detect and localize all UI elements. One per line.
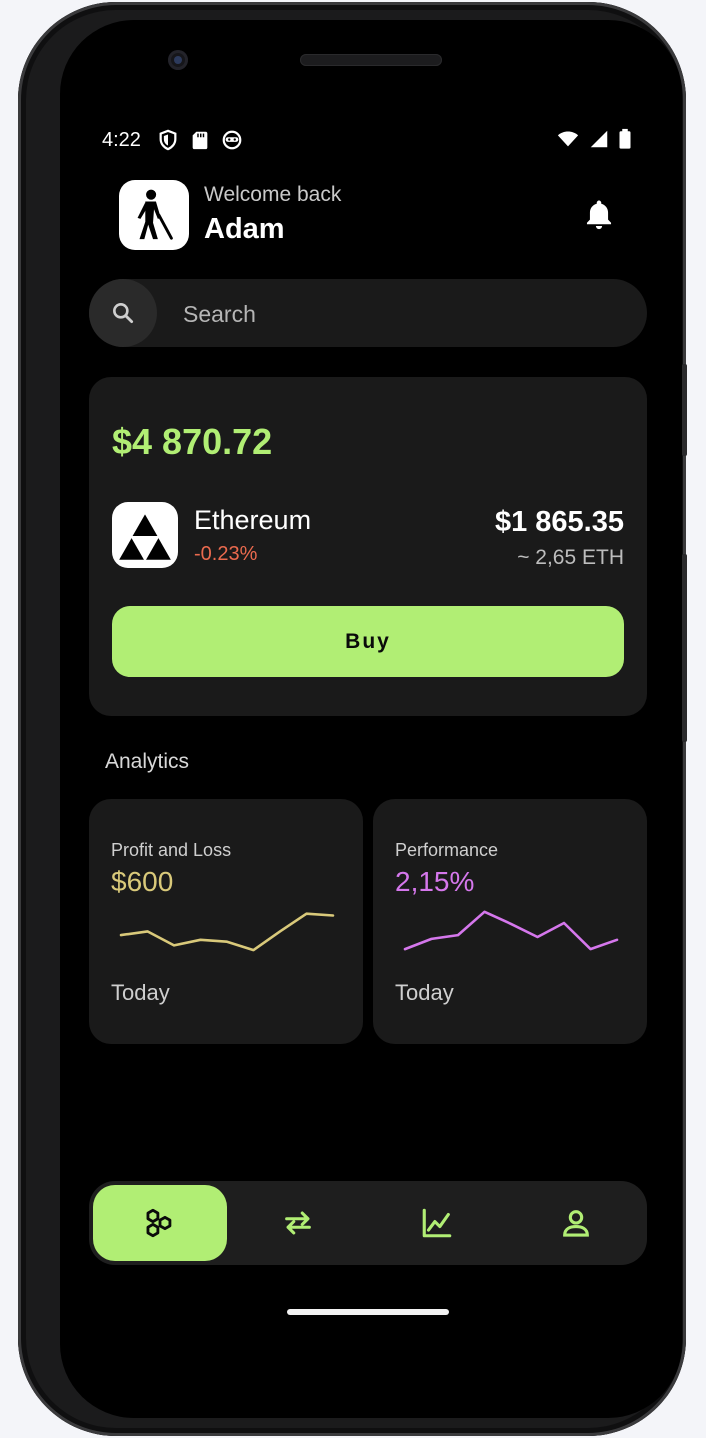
shield-icon bbox=[157, 129, 179, 151]
coin-logo bbox=[112, 502, 178, 568]
phone-frame: 4:22 Welcome back Adam Search $4 870.72 … bbox=[18, 2, 687, 1436]
line-chart-icon bbox=[422, 1208, 452, 1238]
status-right-icons bbox=[556, 128, 632, 150]
nav-item-profile[interactable] bbox=[509, 1185, 643, 1261]
volume-button bbox=[682, 554, 687, 742]
performance-sparkline bbox=[403, 910, 619, 951]
coin-price: $1 865.35 bbox=[494, 506, 624, 538]
sd-card-icon bbox=[189, 129, 211, 151]
portfolio-card: $4 870.72 Ethereum -0.23% $1 865.35 ~ 2,… bbox=[89, 377, 647, 716]
card-label: Profit and Loss bbox=[111, 840, 232, 860]
wifi-icon bbox=[556, 128, 580, 150]
notifications-button[interactable] bbox=[582, 196, 616, 232]
performance-card[interactable]: Performance 2,15% Today bbox=[373, 799, 647, 1044]
coin-name: Ethereum bbox=[194, 505, 312, 535]
battery-icon bbox=[618, 128, 632, 150]
coin-change: -0.23% bbox=[194, 543, 258, 565]
search-input[interactable] bbox=[183, 297, 603, 331]
cellular-signal-icon bbox=[588, 128, 610, 150]
coin-amount: ~ 2,65 ETH bbox=[517, 546, 624, 569]
buy-button[interactable]: Buy bbox=[112, 606, 624, 677]
screen: 4:22 Welcome back Adam Search $4 870.72 … bbox=[60, 20, 682, 1418]
sparkline-line bbox=[403, 910, 619, 951]
card-period: Today bbox=[111, 980, 170, 1005]
status-time: 4:22 bbox=[102, 128, 141, 151]
analytics-title: Analytics bbox=[105, 750, 190, 773]
swap-arrows-icon bbox=[285, 1211, 311, 1235]
nav-item-exchange[interactable] bbox=[231, 1185, 365, 1261]
card-value: $600 bbox=[111, 866, 174, 897]
profit-loss-sparkline bbox=[119, 912, 335, 952]
android-face-icon bbox=[221, 129, 243, 151]
hexagons-icon bbox=[146, 1208, 172, 1238]
earpiece-speaker bbox=[300, 54, 442, 66]
home-indicator[interactable] bbox=[287, 1309, 449, 1315]
portfolio-balance: $4 870.72 bbox=[112, 421, 273, 462]
card-value: 2,15% bbox=[395, 866, 475, 897]
card-period: Today bbox=[395, 980, 454, 1005]
avatar[interactable] bbox=[119, 180, 189, 250]
person-with-cane-icon bbox=[137, 189, 173, 240]
power-button bbox=[682, 364, 687, 456]
nav-item-market[interactable] bbox=[370, 1185, 504, 1261]
search-button[interactable] bbox=[89, 279, 157, 347]
sparkline-line bbox=[119, 912, 335, 952]
profile-icon bbox=[563, 1210, 589, 1237]
card-label: Performance bbox=[395, 840, 499, 860]
front-camera bbox=[168, 50, 188, 70]
user-name: Adam bbox=[204, 213, 285, 245]
nav-item-home[interactable] bbox=[93, 1185, 227, 1261]
bell-icon bbox=[586, 200, 612, 230]
triforce-icon bbox=[119, 514, 171, 560]
welcome-text: Welcome back bbox=[204, 183, 342, 206]
status-bar: 4:22 bbox=[102, 128, 632, 152]
search-bar bbox=[89, 279, 647, 347]
bottom-nav bbox=[89, 1181, 647, 1265]
profit-loss-card[interactable]: Profit and Loss $600 Today bbox=[89, 799, 363, 1044]
search-icon bbox=[113, 303, 134, 324]
